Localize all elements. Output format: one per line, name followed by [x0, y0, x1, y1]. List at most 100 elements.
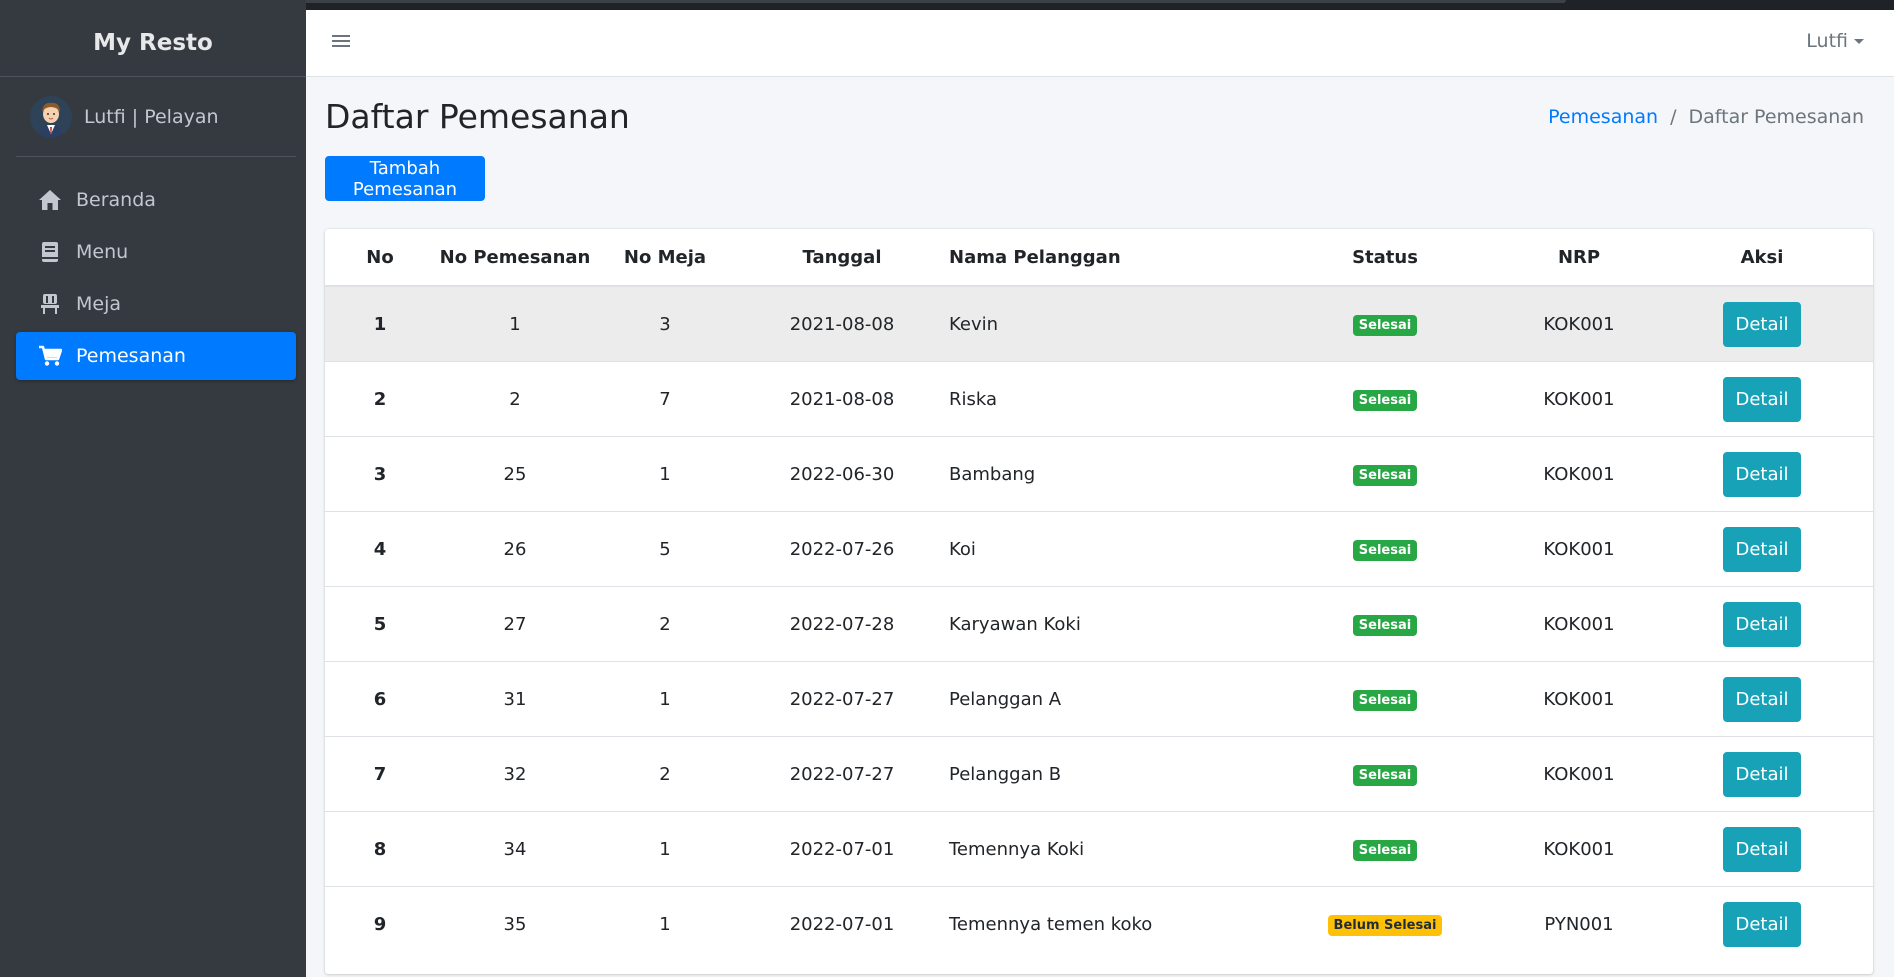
page-title: Daftar Pemesanan [325, 97, 630, 136]
column-header: Tanggal [735, 229, 949, 287]
cell-no-meja: 1 [595, 436, 735, 512]
column-header: Nama Pelanggan [949, 229, 1263, 287]
sidebar: My Resto Lutfi | Pelayan Beranda Menu Me… [0, 0, 306, 977]
cell-aksi: Detail [1651, 361, 1873, 437]
column-header: Aksi [1651, 229, 1873, 287]
cell-nama-pelanggan: Temennya Koki [949, 811, 1263, 887]
status-badge: Selesai [1352, 389, 1418, 411]
cell-no-pemesanan: 31 [435, 661, 595, 737]
cell-tanggal: 2021-08-08 [735, 285, 949, 362]
table-header-row: No No Pemesanan No Meja Tanggal Nama Pel… [325, 229, 1873, 287]
cell-status: Selesai [1263, 586, 1507, 662]
table-row: 7 32 2 2022-07-27 Pelanggan B Selesai KOK001 De… [325, 736, 1873, 812]
column-header: No Meja [595, 229, 735, 287]
column-header: No [325, 229, 435, 287]
detail-button[interactable]: Detail [1723, 751, 1801, 797]
table-row: 8 34 1 2022-07-01 Temennya Koki Selesai KOK001… [325, 811, 1873, 887]
cell-nama-pelanggan: Karyawan Koki [949, 586, 1263, 662]
cell-no-meja: 7 [595, 361, 735, 437]
cell-tanggal: 2022-07-01 [735, 886, 949, 961]
cell-nrp: KOK001 [1507, 436, 1651, 512]
cell-no: 7 [325, 736, 435, 812]
cell-nama-pelanggan: Pelanggan B [949, 736, 1263, 812]
cell-status: Selesai [1263, 436, 1507, 512]
cell-nama-pelanggan: Bambang [949, 436, 1263, 512]
cell-no-pemesanan: 35 [435, 886, 595, 961]
cell-nrp: KOK001 [1507, 661, 1651, 737]
detail-button[interactable]: Detail [1723, 826, 1801, 872]
table-row: 5 27 2 2022-07-28 Karyawan Koki Selesai KOK001… [325, 586, 1873, 662]
sidebar-item-pemesanan[interactable]: Pemesanan [16, 332, 296, 380]
cell-no: 8 [325, 811, 435, 887]
cell-no-pemesanan: 34 [435, 811, 595, 887]
detail-button[interactable]: Detail [1723, 301, 1801, 347]
status-badge: Selesai [1352, 314, 1418, 336]
cell-no-meja: 1 [595, 811, 735, 887]
sidebar-item-menu[interactable]: Menu [16, 228, 296, 276]
table-row: 6 31 1 2022-07-27 Pelanggan A Selesai KOK001 De… [325, 661, 1873, 737]
cell-tanggal: 2022-07-26 [735, 511, 949, 587]
table-row: 4 26 5 2022-07-26 Koi Selesai KOK001 Detail [325, 511, 1873, 587]
cell-no-pemesanan: 2 [435, 361, 595, 437]
add-order-button[interactable]: Tambah Pemesanan [325, 156, 485, 201]
home-icon [38, 188, 62, 212]
brand-link[interactable]: My Resto [0, 10, 306, 77]
sidebar-item-beranda[interactable]: Beranda [16, 176, 296, 224]
breadcrumb-link-pemesanan[interactable]: Pemesanan [1548, 106, 1658, 128]
status-badge: Selesai [1352, 614, 1418, 636]
user-panel: Lutfi | Pelayan [16, 78, 296, 157]
cell-status: Selesai [1263, 736, 1507, 812]
cell-no: 3 [325, 436, 435, 512]
detail-button[interactable]: Detail [1723, 526, 1801, 572]
cell-aksi: Detail [1651, 511, 1873, 587]
content-wrapper: Daftar Pemesanan Pemesanan / Daftar Peme… [306, 77, 1894, 977]
column-header: Status [1263, 229, 1507, 287]
cell-no-pemesanan: 1 [435, 285, 595, 362]
detail-button[interactable]: Detail [1723, 451, 1801, 497]
cell-status: Selesai [1263, 661, 1507, 737]
cell-status: Selesai [1263, 811, 1507, 887]
cell-tanggal: 2022-07-27 [735, 661, 949, 737]
user-dropdown[interactable]: Lutfi [1806, 30, 1864, 52]
cell-status: Selesai [1263, 361, 1507, 437]
breadcrumb: Pemesanan / Daftar Pemesanan [1548, 106, 1864, 128]
table-row: 9 35 1 2022-07-01 Temennya temen koko Belum S… [325, 886, 1873, 961]
sidebar-item-meja[interactable]: Meja [16, 280, 296, 328]
cell-no-pemesanan: 32 [435, 736, 595, 812]
cell-tanggal: 2022-07-01 [735, 811, 949, 887]
user-avatar [30, 96, 72, 138]
cell-no: 6 [325, 661, 435, 737]
cell-nrp: KOK001 [1507, 736, 1651, 812]
cell-no-meja: 5 [595, 511, 735, 587]
chevron-down-icon [1854, 38, 1864, 44]
sidebar-item-label: Menu [76, 241, 129, 263]
top-navbar: Lutfi [306, 10, 1894, 77]
chair-icon [38, 292, 62, 316]
cell-no-meja: 2 [595, 586, 735, 662]
sidebar-nav: Beranda Menu Meja Pemesanan [16, 176, 296, 384]
detail-button[interactable]: Detail [1723, 901, 1801, 947]
sidebar-item-label: Beranda [76, 189, 156, 211]
user-name-link[interactable]: Lutfi | Pelayan [84, 106, 219, 128]
status-badge: Selesai [1352, 839, 1418, 861]
cell-no-pemesanan: 27 [435, 586, 595, 662]
cell-nama-pelanggan: Koi [949, 511, 1263, 587]
cell-nama-pelanggan: Riska [949, 361, 1263, 437]
sidebar-item-label: Pemesanan [76, 345, 186, 367]
cell-tanggal: 2022-07-27 [735, 736, 949, 812]
hamburger-menu-icon[interactable] [332, 32, 354, 54]
cart-icon [38, 344, 62, 368]
detail-button[interactable]: Detail [1723, 376, 1801, 422]
cell-aksi: Detail [1651, 736, 1873, 812]
cell-status: Belum Selesai [1263, 886, 1507, 961]
detail-button[interactable]: Detail [1723, 601, 1801, 647]
user-dropdown-label: Lutfi [1806, 30, 1848, 52]
cell-no-meja: 1 [595, 661, 735, 737]
table-row: 2 2 7 2021-08-08 Riska Selesai KOK001 Detail [325, 361, 1873, 437]
cell-no: 5 [325, 586, 435, 662]
cell-no-meja: 1 [595, 886, 735, 961]
cell-nrp: KOK001 [1507, 811, 1651, 887]
cell-nrp: KOK001 [1507, 285, 1651, 362]
detail-button[interactable]: Detail [1723, 676, 1801, 722]
cell-no: 9 [325, 886, 435, 961]
